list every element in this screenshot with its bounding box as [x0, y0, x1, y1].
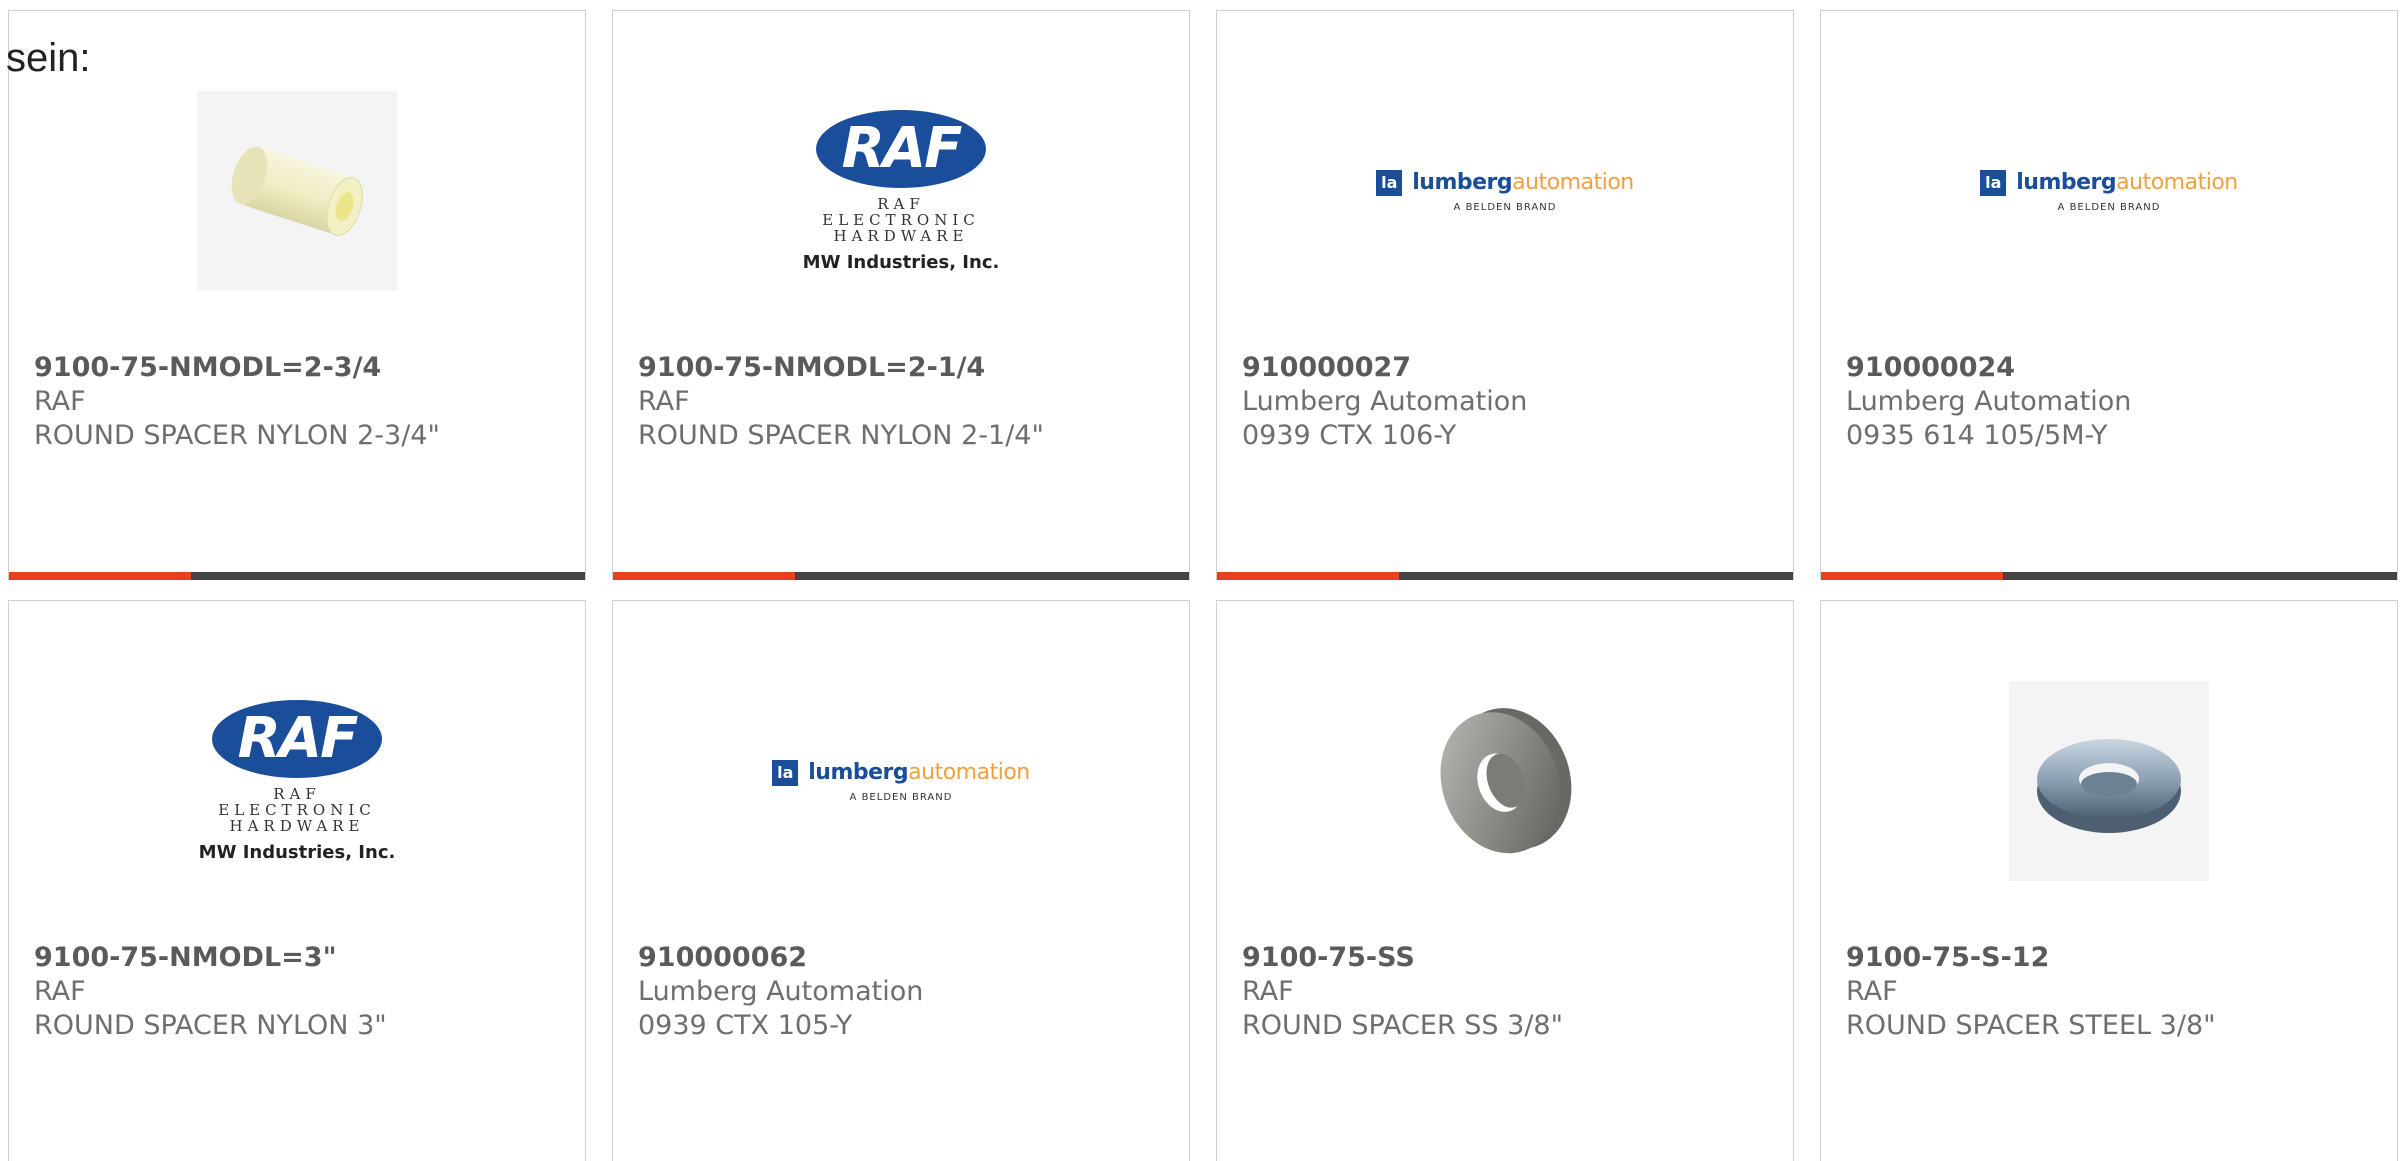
lumberg-word2: automation [908, 760, 1030, 785]
manufacturer-name: RAF [638, 386, 690, 417]
lumberg-logo: la lumbergautomation A BELDEN BRAND [772, 759, 1030, 803]
part-number-link[interactable]: 9100-75-S-12 [1846, 941, 2377, 975]
product-image[interactable]: la lumbergautomation A BELDEN BRAND [1821, 81, 2397, 301]
part-number-link[interactable]: 9100-75-NMODL=2-1/4 [638, 351, 1169, 385]
manufacturer-name: Lumberg Automation [1242, 386, 1528, 417]
nylon-spacer-image [197, 91, 397, 291]
product-info: 910000027 Lumberg Automation 0939 CTX 10… [1242, 351, 1773, 453]
manufacturer-name: RAF [1242, 976, 1294, 1007]
product-info: 9100-75-NMODL=2-1/4 RAF ROUND SPACER NYL… [638, 351, 1169, 453]
product-description: 0935 614 105/5M-Y [1846, 420, 2108, 451]
manufacturer-name: RAF [34, 386, 86, 417]
product-image[interactable]: la lumbergautomation A BELDEN BRAND [613, 671, 1189, 891]
part-number-link[interactable]: 9100-75-NMODL=2-3/4 [34, 351, 565, 385]
lumberg-sub: A BELDEN BRAND [2057, 201, 2161, 213]
product-card[interactable]: 9100-75-NMODL=2-3/4 RAF ROUND SPACER NYL… [8, 10, 586, 580]
product-grid-row-2: RAF RAF ELECTRONIC HARDWARE MW Industrie… [8, 600, 2400, 1161]
product-description: ROUND SPACER NYLON 3" [34, 1010, 387, 1041]
lumberg-box: la [1980, 169, 2007, 196]
product-card[interactable]: la lumbergautomation A BELDEN BRAND 9100… [612, 600, 1190, 1161]
product-description: ROUND SPACER NYLON 2-1/4" [638, 420, 1044, 451]
lumberg-box: la [1376, 169, 1403, 196]
product-description: ROUND SPACER STEEL 3/8" [1846, 1010, 2216, 1041]
product-image[interactable]: RAF RAF ELECTRONIC HARDWARE MW Industrie… [613, 81, 1189, 301]
product-card[interactable]: RAF RAF ELECTRONIC HARDWARE MW Industrie… [8, 600, 586, 1161]
part-number-link[interactable]: 910000024 [1846, 351, 2377, 385]
lumberg-sub: A BELDEN BRAND [1453, 201, 1557, 213]
card-progress-bar [613, 572, 1189, 580]
intro-text: sein: [6, 36, 91, 80]
raf-parent: MW Industries, Inc. [198, 841, 396, 863]
lumberg-word2: automation [2116, 170, 2238, 195]
card-progress-bar [1821, 572, 2397, 580]
raf-parent: MW Industries, Inc. [802, 251, 1000, 273]
product-info: 9100-75-NMODL=2-3/4 RAF ROUND SPACER NYL… [34, 351, 565, 453]
manufacturer-name: RAF [34, 976, 86, 1007]
card-progress-accent [1821, 572, 2003, 580]
steel-spacer-image [1440, 708, 1572, 854]
product-image[interactable]: RAF RAF ELECTRONIC HARDWARE MW Industrie… [9, 671, 585, 891]
lumberg-word2: automation [1512, 170, 1634, 195]
manufacturer-name: RAF [1846, 976, 1898, 1007]
product-description: ROUND SPACER NYLON 2-3/4" [34, 420, 440, 451]
product-image[interactable]: la lumbergautomation A BELDEN BRAND [1217, 81, 1793, 301]
lumberg-box: la [772, 759, 799, 786]
manufacturer-name: Lumberg Automation [638, 976, 924, 1007]
lumberg-sub: A BELDEN BRAND [849, 791, 953, 803]
part-number-link[interactable]: 9100-75-SS [1242, 941, 1773, 975]
part-number-link[interactable]: 9100-75-NMODL=3" [34, 941, 565, 975]
lumberg-logo: la lumbergautomation A BELDEN BRAND [1376, 169, 1634, 213]
product-card[interactable]: 9100-75-SS RAF ROUND SPACER SS 3/8" [1216, 600, 1794, 1161]
product-description: ROUND SPACER SS 3/8" [1242, 1010, 1564, 1041]
card-progress-bar [1217, 572, 1793, 580]
raf-line2: HARDWARE [229, 816, 365, 835]
product-info: 9100-75-S-12 RAF ROUND SPACER STEEL 3/8" [1846, 941, 2377, 1043]
card-progress-accent [1217, 572, 1399, 580]
steel-washer-image [2009, 681, 2209, 881]
lumberg-word1: lumberg [808, 760, 909, 785]
product-info: 910000062 Lumberg Automation 0939 CTX 10… [638, 941, 1169, 1043]
raf-line1: RAF ELECTRONIC [218, 784, 376, 819]
product-image[interactable] [1821, 671, 2397, 891]
product-image[interactable] [1217, 671, 1793, 891]
part-number-link[interactable]: 910000062 [638, 941, 1169, 975]
product-info: 9100-75-NMODL=3" RAF ROUND SPACER NYLON … [34, 941, 565, 1043]
product-description: 0939 CTX 106-Y [1242, 420, 1457, 451]
raf-oval: RAF [816, 109, 986, 188]
lumberg-word1: lumberg [1412, 170, 1513, 195]
product-card[interactable]: RAF RAF ELECTRONIC HARDWARE MW Industrie… [612, 10, 1190, 580]
lumberg-word1: lumberg [2016, 170, 2117, 195]
raf-mark: RAF [841, 116, 963, 181]
raf-logo: RAF RAF ELECTRONIC HARDWARE MW Industrie… [192, 699, 402, 863]
raf-mark: RAF [237, 706, 359, 771]
card-progress-accent [613, 572, 795, 580]
part-number-link[interactable]: 910000027 [1242, 351, 1773, 385]
card-progress-accent [9, 572, 191, 580]
product-image[interactable] [9, 81, 585, 301]
raf-oval: RAF [212, 699, 382, 778]
card-progress-bar [9, 572, 585, 580]
product-description: 0939 CTX 105-Y [638, 1010, 853, 1041]
product-info: 910000024 Lumberg Automation 0935 614 10… [1846, 351, 2377, 453]
product-grid: 9100-75-NMODL=2-3/4 RAF ROUND SPACER NYL… [8, 10, 2400, 580]
product-info: 9100-75-SS RAF ROUND SPACER SS 3/8" [1242, 941, 1773, 1043]
product-card[interactable]: la lumbergautomation A BELDEN BRAND 9100… [1216, 10, 1794, 580]
raf-logo: RAF RAF ELECTRONIC HARDWARE MW Industrie… [796, 109, 1006, 273]
product-grid-page: sein: 9100-75-NMODL=2-3/4 RAF ROUND SPAC… [0, 0, 2400, 1161]
product-card[interactable]: la lumbergautomation A BELDEN BRAND 9100… [1820, 10, 2398, 580]
lumberg-logo: la lumbergautomation A BELDEN BRAND [1980, 169, 2238, 213]
manufacturer-name: Lumberg Automation [1846, 386, 2132, 417]
product-card[interactable]: 9100-75-S-12 RAF ROUND SPACER STEEL 3/8" [1820, 600, 2398, 1161]
raf-line2: HARDWARE [833, 226, 969, 245]
raf-line1: RAF ELECTRONIC [822, 194, 980, 229]
